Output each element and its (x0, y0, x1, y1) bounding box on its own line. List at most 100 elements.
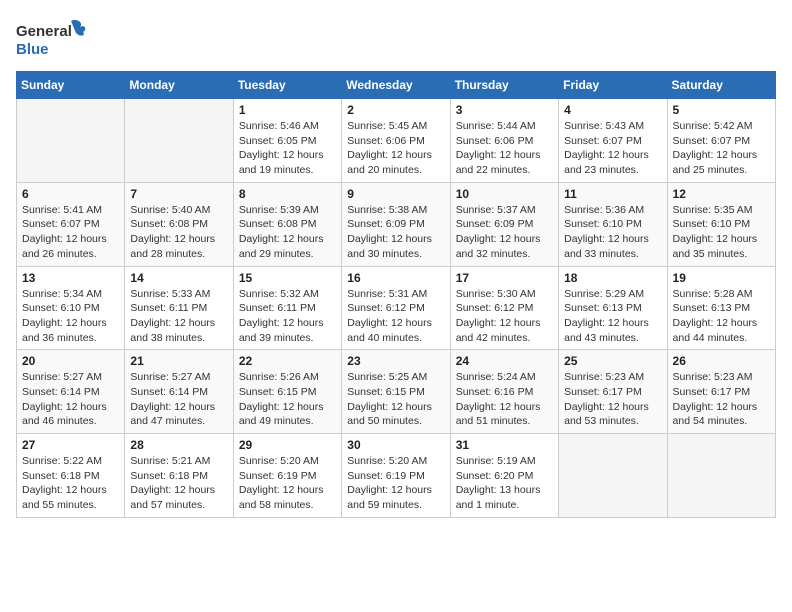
weekday-header-saturday: Saturday (667, 72, 775, 99)
day-info: Sunrise: 5:39 AM Sunset: 6:08 PM Dayligh… (239, 203, 336, 262)
day-info: Sunrise: 5:38 AM Sunset: 6:09 PM Dayligh… (347, 203, 444, 262)
day-number: 20 (22, 354, 119, 368)
calendar-cell: 31Sunrise: 5:19 AM Sunset: 6:20 PM Dayli… (450, 434, 558, 518)
calendar-cell: 26 Sunrise: 5:23 AM Sunset: 6:17 PM Dayli… (667, 350, 775, 434)
day-number: 3 (456, 103, 553, 117)
day-number: 7 (130, 187, 227, 201)
calendar-cell (559, 434, 667, 518)
calendar-cell: 12Sunrise: 5:35 AM Sunset: 6:10 PM Dayli… (667, 182, 775, 266)
day-info: Sunrise: 5:25 AM Sunset: 6:15 PM Dayligh… (347, 370, 444, 429)
day-info: Sunrise: 5:41 AM Sunset: 6:07 PM Dayligh… (22, 203, 119, 262)
logo: GeneralBlue (16, 16, 96, 61)
day-info: Sunrise: 5:44 AM Sunset: 6:06 PM Dayligh… (456, 119, 553, 178)
calendar-cell: 19 Sunrise: 5:28 AM Sunset: 6:13 PM Dayli… (667, 266, 775, 350)
day-number: 24 (456, 354, 553, 368)
calendar-cell: 13 Sunrise: 5:34 AM Sunset: 6:10 PM Dayli… (17, 266, 125, 350)
calendar-cell: 6 Sunrise: 5:41 AM Sunset: 6:07 PM Daylig… (17, 182, 125, 266)
calendar-cell: 27 Sunrise: 5:22 AM Sunset: 6:18 PM Dayli… (17, 434, 125, 518)
calendar-cell: 28 Sunrise: 5:21 AM Sunset: 6:18 PM Dayli… (125, 434, 233, 518)
svg-text:General: General (16, 23, 72, 40)
calendar-table: SundayMondayTuesdayWednesdayThursdayFrid… (16, 71, 776, 518)
day-info: Sunrise: 5:30 AM Sunset: 6:12 PM Dayligh… (456, 287, 553, 346)
calendar-cell: 30 Sunrise: 5:20 AM Sunset: 6:19 PM Dayli… (342, 434, 450, 518)
calendar-cell: 24 Sunrise: 5:24 AM Sunset: 6:16 PM Dayli… (450, 350, 558, 434)
day-number: 25 (564, 354, 661, 368)
weekday-header-thursday: Thursday (450, 72, 558, 99)
day-number: 19 (673, 271, 770, 285)
calendar-cell (17, 99, 125, 183)
day-number: 6 (22, 187, 119, 201)
day-info: Sunrise: 5:43 AM Sunset: 6:07 PM Dayligh… (564, 119, 661, 178)
calendar-week-row: 1 Sunrise: 5:46 AM Sunset: 6:05 PM Daylig… (17, 99, 776, 183)
calendar-cell: 22 Sunrise: 5:26 AM Sunset: 6:15 PM Dayli… (233, 350, 341, 434)
day-number: 14 (130, 271, 227, 285)
calendar-cell: 7 Sunrise: 5:40 AM Sunset: 6:08 PM Daylig… (125, 182, 233, 266)
calendar-week-row: 13 Sunrise: 5:34 AM Sunset: 6:10 PM Dayli… (17, 266, 776, 350)
day-number: 10 (456, 187, 553, 201)
day-info: Sunrise: 5:23 AM Sunset: 6:17 PM Dayligh… (564, 370, 661, 429)
day-info: Sunrise: 5:40 AM Sunset: 6:08 PM Dayligh… (130, 203, 227, 262)
day-info: Sunrise: 5:33 AM Sunset: 6:11 PM Dayligh… (130, 287, 227, 346)
day-number: 11 (564, 187, 661, 201)
day-info: Sunrise: 5:32 AM Sunset: 6:11 PM Dayligh… (239, 287, 336, 346)
day-number: 15 (239, 271, 336, 285)
day-number: 30 (347, 438, 444, 452)
calendar-cell: 5Sunrise: 5:42 AM Sunset: 6:07 PM Daylig… (667, 99, 775, 183)
calendar-cell: 18Sunrise: 5:29 AM Sunset: 6:13 PM Dayli… (559, 266, 667, 350)
day-info: Sunrise: 5:21 AM Sunset: 6:18 PM Dayligh… (130, 454, 227, 513)
calendar-cell (667, 434, 775, 518)
day-number: 26 (673, 354, 770, 368)
day-number: 18 (564, 271, 661, 285)
calendar-cell: 14 Sunrise: 5:33 AM Sunset: 6:11 PM Dayli… (125, 266, 233, 350)
day-number: 8 (239, 187, 336, 201)
calendar-cell: 17 Sunrise: 5:30 AM Sunset: 6:12 PM Dayli… (450, 266, 558, 350)
day-info: Sunrise: 5:24 AM Sunset: 6:16 PM Dayligh… (456, 370, 553, 429)
day-info: Sunrise: 5:31 AM Sunset: 6:12 PM Dayligh… (347, 287, 444, 346)
calendar-cell: 21Sunrise: 5:27 AM Sunset: 6:14 PM Dayli… (125, 350, 233, 434)
calendar-cell: 15 Sunrise: 5:32 AM Sunset: 6:11 PM Dayli… (233, 266, 341, 350)
page-header: GeneralBlue (16, 16, 776, 61)
day-info: Sunrise: 5:27 AM Sunset: 6:14 PM Dayligh… (130, 370, 227, 429)
calendar-cell: 1 Sunrise: 5:46 AM Sunset: 6:05 PM Daylig… (233, 99, 341, 183)
calendar-cell: 23Sunrise: 5:25 AM Sunset: 6:15 PM Dayli… (342, 350, 450, 434)
day-info: Sunrise: 5:27 AM Sunset: 6:14 PM Dayligh… (22, 370, 119, 429)
weekday-header-sunday: Sunday (17, 72, 125, 99)
day-info: Sunrise: 5:34 AM Sunset: 6:10 PM Dayligh… (22, 287, 119, 346)
logo-svg: GeneralBlue (16, 16, 96, 61)
day-number: 4 (564, 103, 661, 117)
day-number: 29 (239, 438, 336, 452)
calendar-cell: 20 Sunrise: 5:27 AM Sunset: 6:14 PM Dayli… (17, 350, 125, 434)
calendar-cell: 9Sunrise: 5:38 AM Sunset: 6:09 PM Daylig… (342, 182, 450, 266)
day-number: 12 (673, 187, 770, 201)
calendar-cell: 3 Sunrise: 5:44 AM Sunset: 6:06 PM Daylig… (450, 99, 558, 183)
calendar-cell: 29 Sunrise: 5:20 AM Sunset: 6:19 PM Dayli… (233, 434, 341, 518)
day-info: Sunrise: 5:26 AM Sunset: 6:15 PM Dayligh… (239, 370, 336, 429)
day-info: Sunrise: 5:19 AM Sunset: 6:20 PM Dayligh… (456, 454, 553, 513)
calendar-week-row: 20 Sunrise: 5:27 AM Sunset: 6:14 PM Dayli… (17, 350, 776, 434)
day-info: Sunrise: 5:45 AM Sunset: 6:06 PM Dayligh… (347, 119, 444, 178)
weekday-header-row: SundayMondayTuesdayWednesdayThursdayFrid… (17, 72, 776, 99)
day-info: Sunrise: 5:36 AM Sunset: 6:10 PM Dayligh… (564, 203, 661, 262)
calendar-week-row: 27 Sunrise: 5:22 AM Sunset: 6:18 PM Dayli… (17, 434, 776, 518)
day-number: 17 (456, 271, 553, 285)
weekday-header-friday: Friday (559, 72, 667, 99)
day-number: 27 (22, 438, 119, 452)
day-number: 13 (22, 271, 119, 285)
day-number: 22 (239, 354, 336, 368)
day-info: Sunrise: 5:20 AM Sunset: 6:19 PM Dayligh… (239, 454, 336, 513)
day-info: Sunrise: 5:46 AM Sunset: 6:05 PM Dayligh… (239, 119, 336, 178)
weekday-header-tuesday: Tuesday (233, 72, 341, 99)
calendar-cell: 8 Sunrise: 5:39 AM Sunset: 6:08 PM Daylig… (233, 182, 341, 266)
calendar-week-row: 6 Sunrise: 5:41 AM Sunset: 6:07 PM Daylig… (17, 182, 776, 266)
day-number: 1 (239, 103, 336, 117)
day-number: 28 (130, 438, 227, 452)
weekday-header-wednesday: Wednesday (342, 72, 450, 99)
weekday-header-monday: Monday (125, 72, 233, 99)
day-info: Sunrise: 5:23 AM Sunset: 6:17 PM Dayligh… (673, 370, 770, 429)
day-info: Sunrise: 5:37 AM Sunset: 6:09 PM Dayligh… (456, 203, 553, 262)
calendar-cell: 4 Sunrise: 5:43 AM Sunset: 6:07 PM Daylig… (559, 99, 667, 183)
day-info: Sunrise: 5:28 AM Sunset: 6:13 PM Dayligh… (673, 287, 770, 346)
day-info: Sunrise: 5:20 AM Sunset: 6:19 PM Dayligh… (347, 454, 444, 513)
day-info: Sunrise: 5:22 AM Sunset: 6:18 PM Dayligh… (22, 454, 119, 513)
calendar-cell: 2Sunrise: 5:45 AM Sunset: 6:06 PM Daylig… (342, 99, 450, 183)
